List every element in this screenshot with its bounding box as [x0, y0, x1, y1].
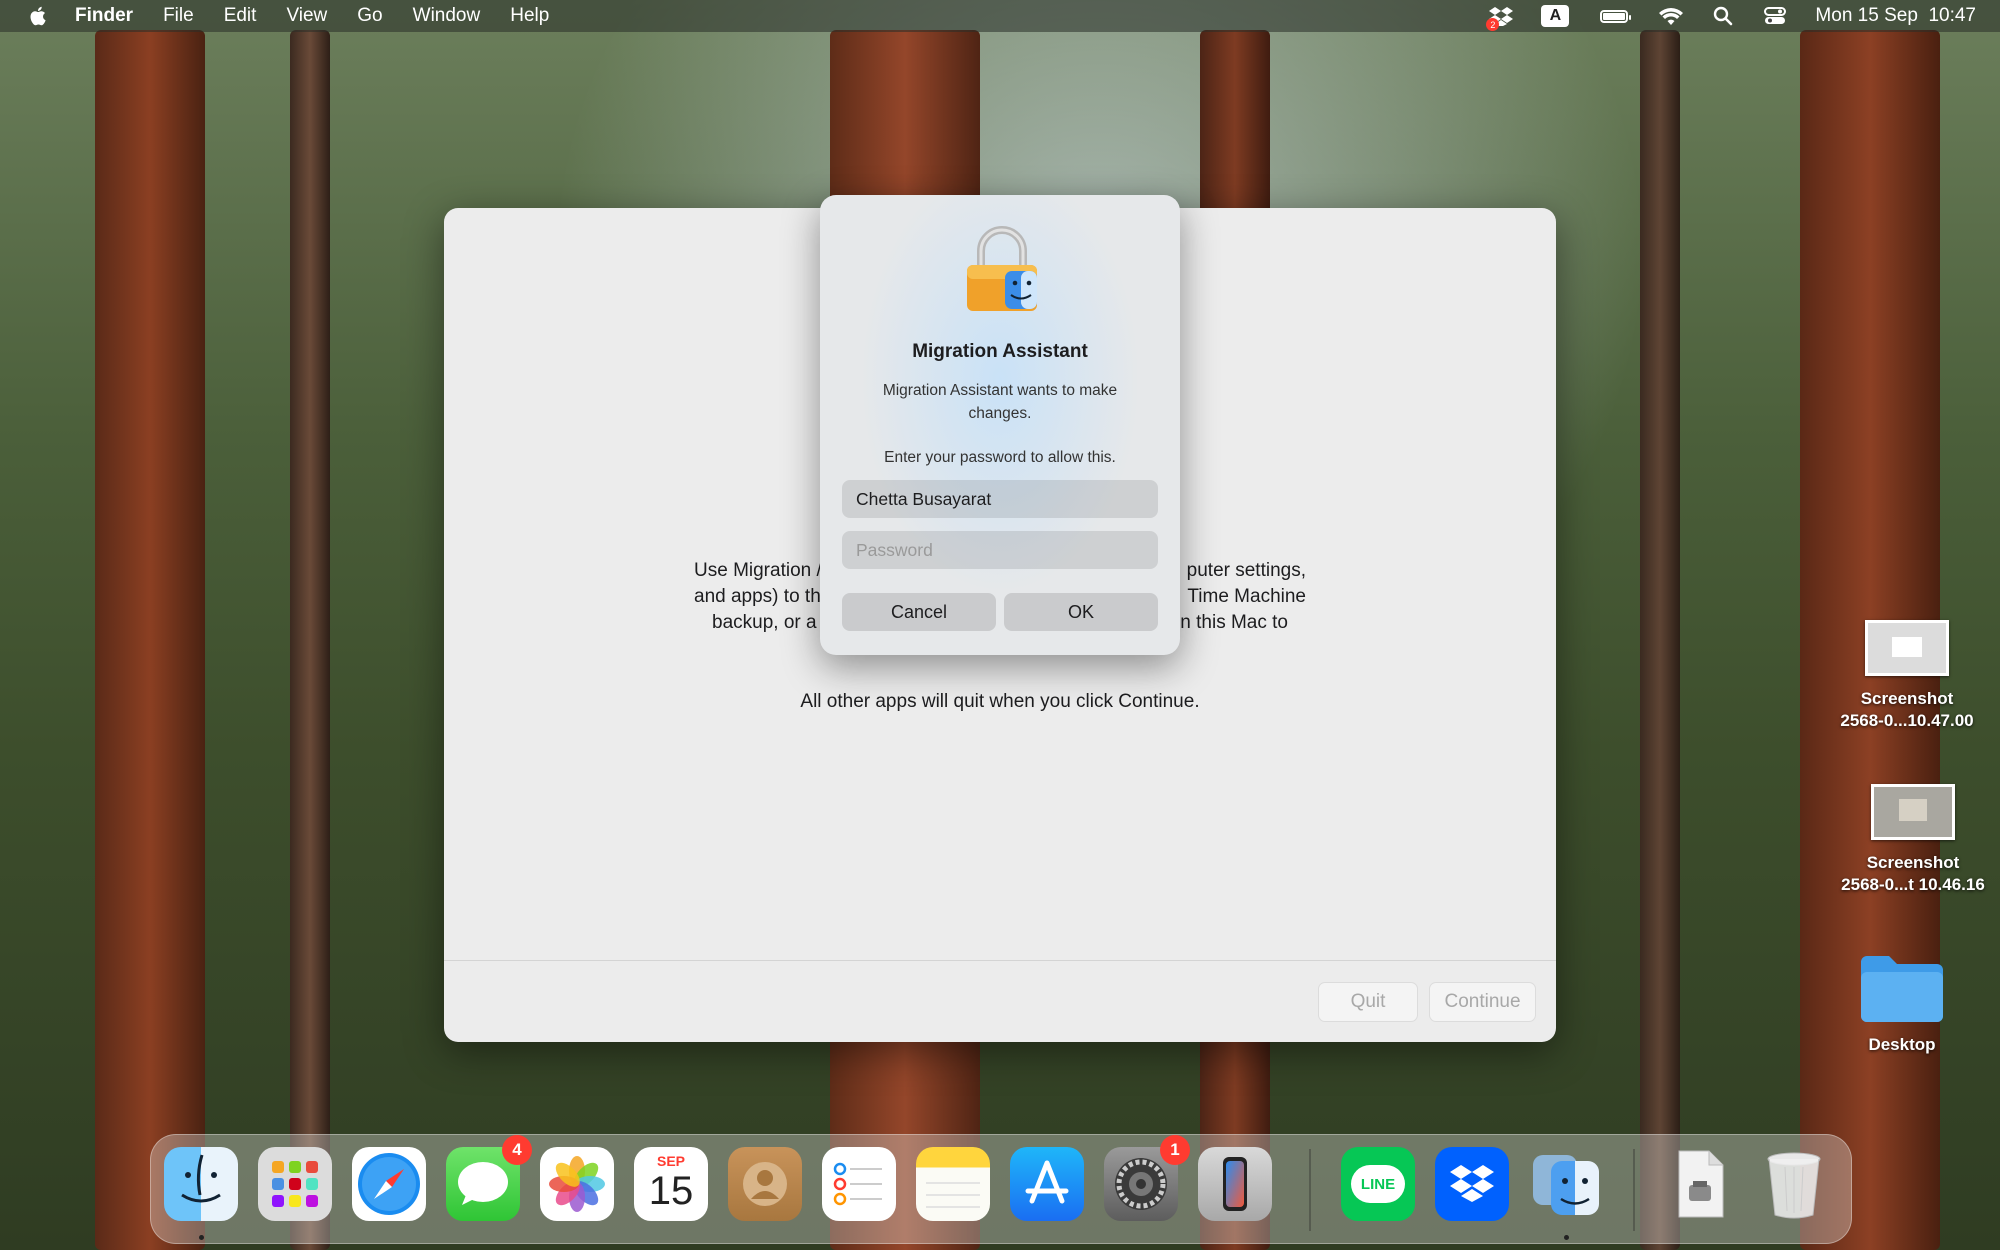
input-source-indicator[interactable]: A — [1541, 5, 1570, 27]
footer-divider — [444, 960, 1556, 961]
control-center-icon[interactable] — [1763, 5, 1787, 27]
dialog-title: Migration Assistant — [912, 341, 1088, 362]
dock-dropbox-icon[interactable] — [1435, 1147, 1509, 1221]
wifi-icon[interactable] — [1659, 5, 1684, 27]
intro-line-3-right: n this Mac to — [1180, 612, 1288, 633]
apple-logo-icon[interactable] — [28, 5, 50, 27]
dock-contacts-icon[interactable] — [728, 1147, 802, 1221]
desktop-screenshot-1-sublabel: 2568-0...10.47.00 — [1840, 711, 1974, 730]
menu-file[interactable]: File — [163, 5, 194, 27]
intro-line-3-left: backup, or a — [712, 612, 817, 633]
dock-line-icon[interactable]: LINE — [1341, 1147, 1415, 1221]
username-field[interactable]: Chetta Busayarat — [842, 480, 1158, 518]
menu-go[interactable]: Go — [357, 5, 382, 27]
dock-app-store-icon[interactable] — [1010, 1147, 1084, 1221]
battery-icon[interactable] — [1597, 5, 1632, 27]
dropbox-status-icon[interactable]: 2 — [1486, 5, 1514, 31]
menu-view[interactable]: View — [286, 5, 327, 27]
finder-running-indicator — [199, 1235, 204, 1240]
dock-trash-icon[interactable] — [1757, 1147, 1831, 1221]
quit-button[interactable]: Quit — [1318, 982, 1418, 1022]
dock-launchpad-icon[interactable] — [258, 1147, 332, 1221]
migration-assistant-running-indicator — [1564, 1235, 1569, 1240]
quit-note: All other apps will quit when you click … — [800, 691, 1200, 712]
intro-line-2-right: Time Machine — [1187, 586, 1306, 607]
dock-separator — [1633, 1149, 1635, 1231]
menu-edit[interactable]: Edit — [224, 5, 257, 27]
menu-bar: Finder File Edit View Go Window Help 2 A… — [0, 0, 2000, 32]
dock-messages-icon[interactable]: 4 — [446, 1135, 532, 1221]
intro-line-1-left: Use Migration / — [694, 560, 822, 581]
desktop-screenshot-1[interactable]: Screenshot 2568-0...10.47.00 — [1832, 620, 1982, 732]
dropbox-status-badge: 2 — [1486, 18, 1500, 31]
dock-iphone-mirroring-icon[interactable] — [1198, 1147, 1272, 1221]
calendar-month: SEP — [656, 1153, 685, 1169]
dock-notes-icon[interactable] — [916, 1147, 990, 1221]
desktop-folder[interactable]: Desktop — [1827, 952, 1977, 1056]
line-logo-bubble: LINE — [1351, 1165, 1405, 1203]
dock-system-settings-icon[interactable]: 1 — [1104, 1135, 1190, 1221]
dock-calendar-icon[interactable]: SEP 15 — [634, 1147, 708, 1221]
password-field[interactable]: Password — [842, 531, 1158, 569]
intro-line-1-right: puter settings, — [1186, 560, 1306, 581]
lock-finder-icon — [967, 226, 1037, 311]
menu-window[interactable]: Window — [413, 5, 481, 27]
auth-dialog: Migration Assistant Migration Assistant … — [820, 195, 1180, 655]
intro-line-2-left: and apps) to th — [694, 586, 821, 607]
line-logo-text: LINE — [1360, 1175, 1396, 1193]
dock: 4 SEP 15 1 LINE — [150, 1134, 1852, 1244]
desktop-screenshot-2[interactable]: Screenshot 2568-0...t 10.46.16 — [1838, 784, 1988, 896]
calendar-day: 15 — [648, 1169, 694, 1213]
menubar-clock[interactable]: Mon 15 Sep 10:47 — [1815, 5, 1976, 27]
dock-document-icon[interactable] — [1663, 1147, 1737, 1221]
system-settings-badge: 1 — [1160, 1135, 1190, 1165]
input-source-label: A — [1549, 7, 1562, 24]
screenshot-thumbnail-icon — [1871, 784, 1955, 840]
desktop-folder-label: Desktop — [1868, 1035, 1936, 1054]
dock-reminders-icon[interactable] — [822, 1147, 896, 1221]
desktop-screenshot-2-label: Screenshot — [1866, 853, 1960, 872]
spotlight-search-icon[interactable] — [1711, 5, 1735, 27]
username-value: Chetta Busayarat — [856, 488, 992, 509]
dock-safari-icon[interactable] — [352, 1147, 426, 1221]
messages-badge: 4 — [502, 1135, 532, 1165]
cancel-button[interactable]: Cancel — [842, 593, 996, 631]
dock-finder-icon[interactable] — [164, 1147, 238, 1221]
ok-button[interactable]: OK — [1004, 593, 1158, 631]
dock-migration-assistant-icon[interactable] — [1529, 1147, 1603, 1221]
desktop-screenshot-2-sublabel: 2568-0...t 10.46.16 — [1841, 875, 1985, 894]
dialog-prompt: Enter your password to allow this. — [884, 449, 1116, 466]
continue-button[interactable]: Continue — [1429, 982, 1536, 1022]
desktop-screenshot-1-label: Screenshot — [1860, 689, 1954, 708]
screenshot-thumbnail-icon — [1865, 620, 1949, 676]
dock-separator — [1309, 1149, 1311, 1231]
menu-app-finder[interactable]: Finder — [75, 5, 133, 27]
menu-help[interactable]: Help — [510, 5, 549, 27]
dock-photos-icon[interactable] — [540, 1147, 614, 1221]
password-placeholder: Password — [856, 539, 933, 560]
dialog-message: Migration Assistant wants to make change… — [882, 382, 1118, 422]
folder-icon — [1861, 956, 1943, 1022]
